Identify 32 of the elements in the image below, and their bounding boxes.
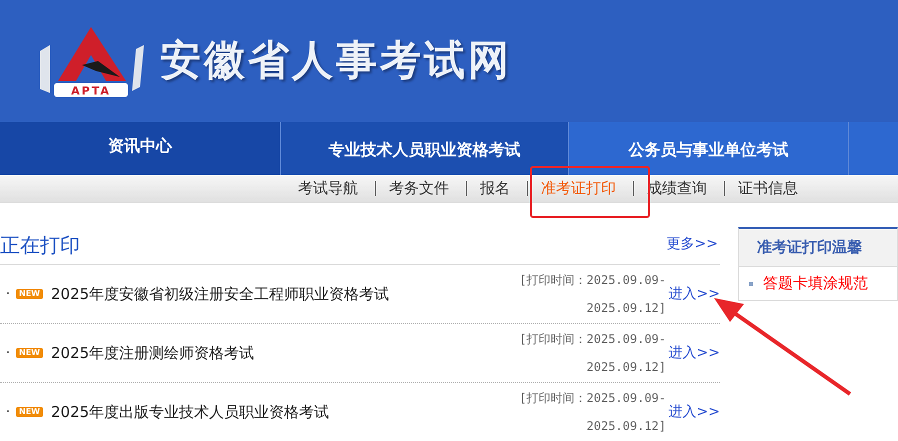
nav-link[interactable]: 证书信息	[738, 177, 798, 200]
main-tab[interactable]: 公务员与事业单位考试	[568, 122, 848, 175]
main-tab[interactable]: 专业技术人员职业资格考试	[280, 122, 568, 175]
bullet: ·	[4, 402, 12, 422]
exam-title: 2025年度出版专业技术人员职业资格考试	[50, 402, 330, 423]
print-time: 2025.09.12]	[586, 418, 666, 435]
print-time: [打印时间：2025.09.09-	[518, 272, 666, 289]
nav-link[interactable]: 报名	[480, 177, 510, 200]
print-time: [打印时间：2025.09.09-	[518, 390, 666, 407]
print-time: 2025.09.12]	[586, 300, 666, 317]
logo: APTA	[36, 23, 146, 99]
side-link[interactable]: 答题卡填涂规范	[763, 272, 868, 295]
enter-link[interactable]: 进入>>	[666, 342, 720, 364]
enter-link[interactable]: 进入>>	[666, 402, 720, 422]
section-title: 正在打印	[0, 232, 80, 258]
main-tab[interactable]: 资讯中心	[0, 122, 280, 175]
exam-title: 2025年度注册测绘师资格考试	[50, 342, 256, 364]
bullet-icon	[749, 282, 753, 286]
nav-link[interactable]: 考务文件	[389, 177, 449, 200]
new-badge: NEW	[16, 348, 43, 358]
enter-link[interactable]: 进入>>	[666, 284, 720, 304]
more-link[interactable]: 更多>>	[666, 234, 718, 255]
new-badge: NEW	[16, 289, 43, 299]
panel-title: 准考证打印温馨	[757, 237, 862, 258]
bullet: ·	[4, 284, 12, 304]
new-badge: NEW	[16, 407, 43, 417]
bullet: ·	[4, 344, 12, 362]
exam-title: 2025年度安徽省初级注册安全工程师职业资格考试	[50, 284, 390, 305]
site-title: 安徽省人事考试网	[160, 35, 512, 86]
print-time: 2025.09.12]	[586, 359, 666, 376]
print-time: [打印时间：2025.09.09-	[518, 331, 666, 348]
nav-link[interactable]: 考试导航	[298, 177, 358, 200]
